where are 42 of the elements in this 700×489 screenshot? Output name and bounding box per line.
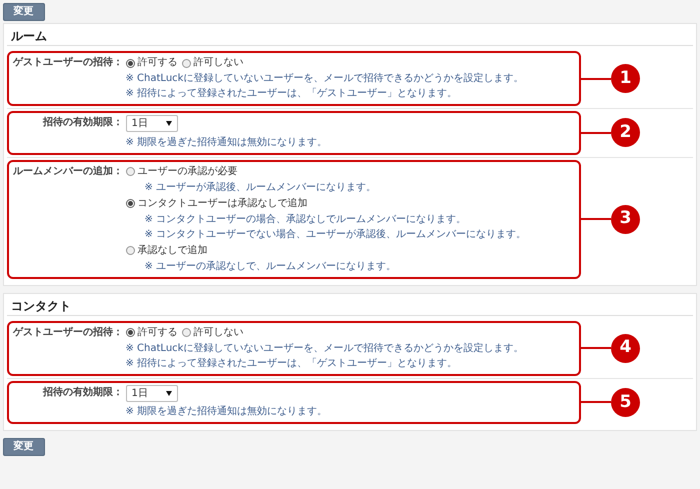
radio-button[interactable] (126, 328, 134, 337)
field-label: 招待の有効期限： (42, 116, 123, 130)
callout-number: 1 (611, 64, 640, 93)
callout-number: 4 (611, 334, 640, 362)
note-text: ※ 招待によって登録されたユーザーは、「ゲストユーザー」となります。 (126, 356, 458, 370)
caret-icon (166, 121, 172, 126)
option-label[interactable]: 許可する (138, 55, 178, 71)
field-label: ゲストユーザーの招待： (12, 326, 123, 340)
callout-number: 2 (611, 118, 640, 148)
note-text: ※ 招待によって登録されたユーザーは、「ゲストユーザー」となります。 (126, 86, 458, 101)
select-field[interactable]: 1日 (126, 384, 178, 402)
note-text: ※ 期限を過ぎた招待通知は無効になります。 (126, 136, 328, 150)
option-label[interactable]: ユーザーの承認が必要 (138, 164, 238, 180)
radio-button[interactable] (126, 58, 134, 68)
field-label: ゲストユーザーの招待： (12, 56, 123, 70)
note-text: ※ ChatLuckに登録していないユーザーを、メールで招待できるかどうかを設定します。 (126, 342, 524, 356)
option-label[interactable]: 承認なしで追加 (138, 242, 208, 258)
field-label: 招待の有効期限： (42, 386, 123, 400)
note-text: ※ コンタクトユーザーの場合、承認なしでルームメンバーになります。 (144, 212, 468, 226)
radio-button[interactable] (126, 167, 134, 176)
radio-button[interactable] (182, 328, 190, 337)
section-title: ルーム (7, 25, 693, 46)
callout-number: 3 (611, 204, 640, 234)
option-label[interactable]: コンタクトユーザーは承認なしで追加 (138, 196, 308, 212)
change-button[interactable]: 変更 (2, 2, 44, 20)
note-text: ※ ユーザーの承認なしで、ルームメンバーになります。 (144, 260, 398, 274)
caret-icon (166, 390, 172, 396)
callout-number: 5 (611, 388, 640, 417)
note-text: ※ ChatLuckに登録していないユーザーを、メールで招待できるかどうかを設定します。 (126, 72, 524, 86)
select-field[interactable]: 1日 (126, 115, 178, 132)
change-button[interactable]: 変更 (2, 438, 44, 456)
radio-button[interactable] (126, 246, 134, 255)
field-label: ルームメンバーの追加： (12, 164, 123, 178)
option-label[interactable]: 許可する (138, 324, 178, 340)
radio-button[interactable] (182, 58, 190, 68)
section-title: コンタクト (7, 294, 693, 316)
option-label[interactable]: 許可しない (194, 55, 244, 71)
note-text: ※ ユーザーが承認後、ルームメンバーになります。 (144, 180, 378, 194)
note-text: ※ 期限を過ぎた招待通知は無効になります。 (126, 404, 328, 419)
option-label[interactable]: 許可しない (194, 324, 244, 340)
note-text: ※ コンタクトユーザーでない場合、ユーザーが承認後、ルームメンバーになります。 (144, 228, 528, 242)
radio-button[interactable] (126, 199, 134, 208)
